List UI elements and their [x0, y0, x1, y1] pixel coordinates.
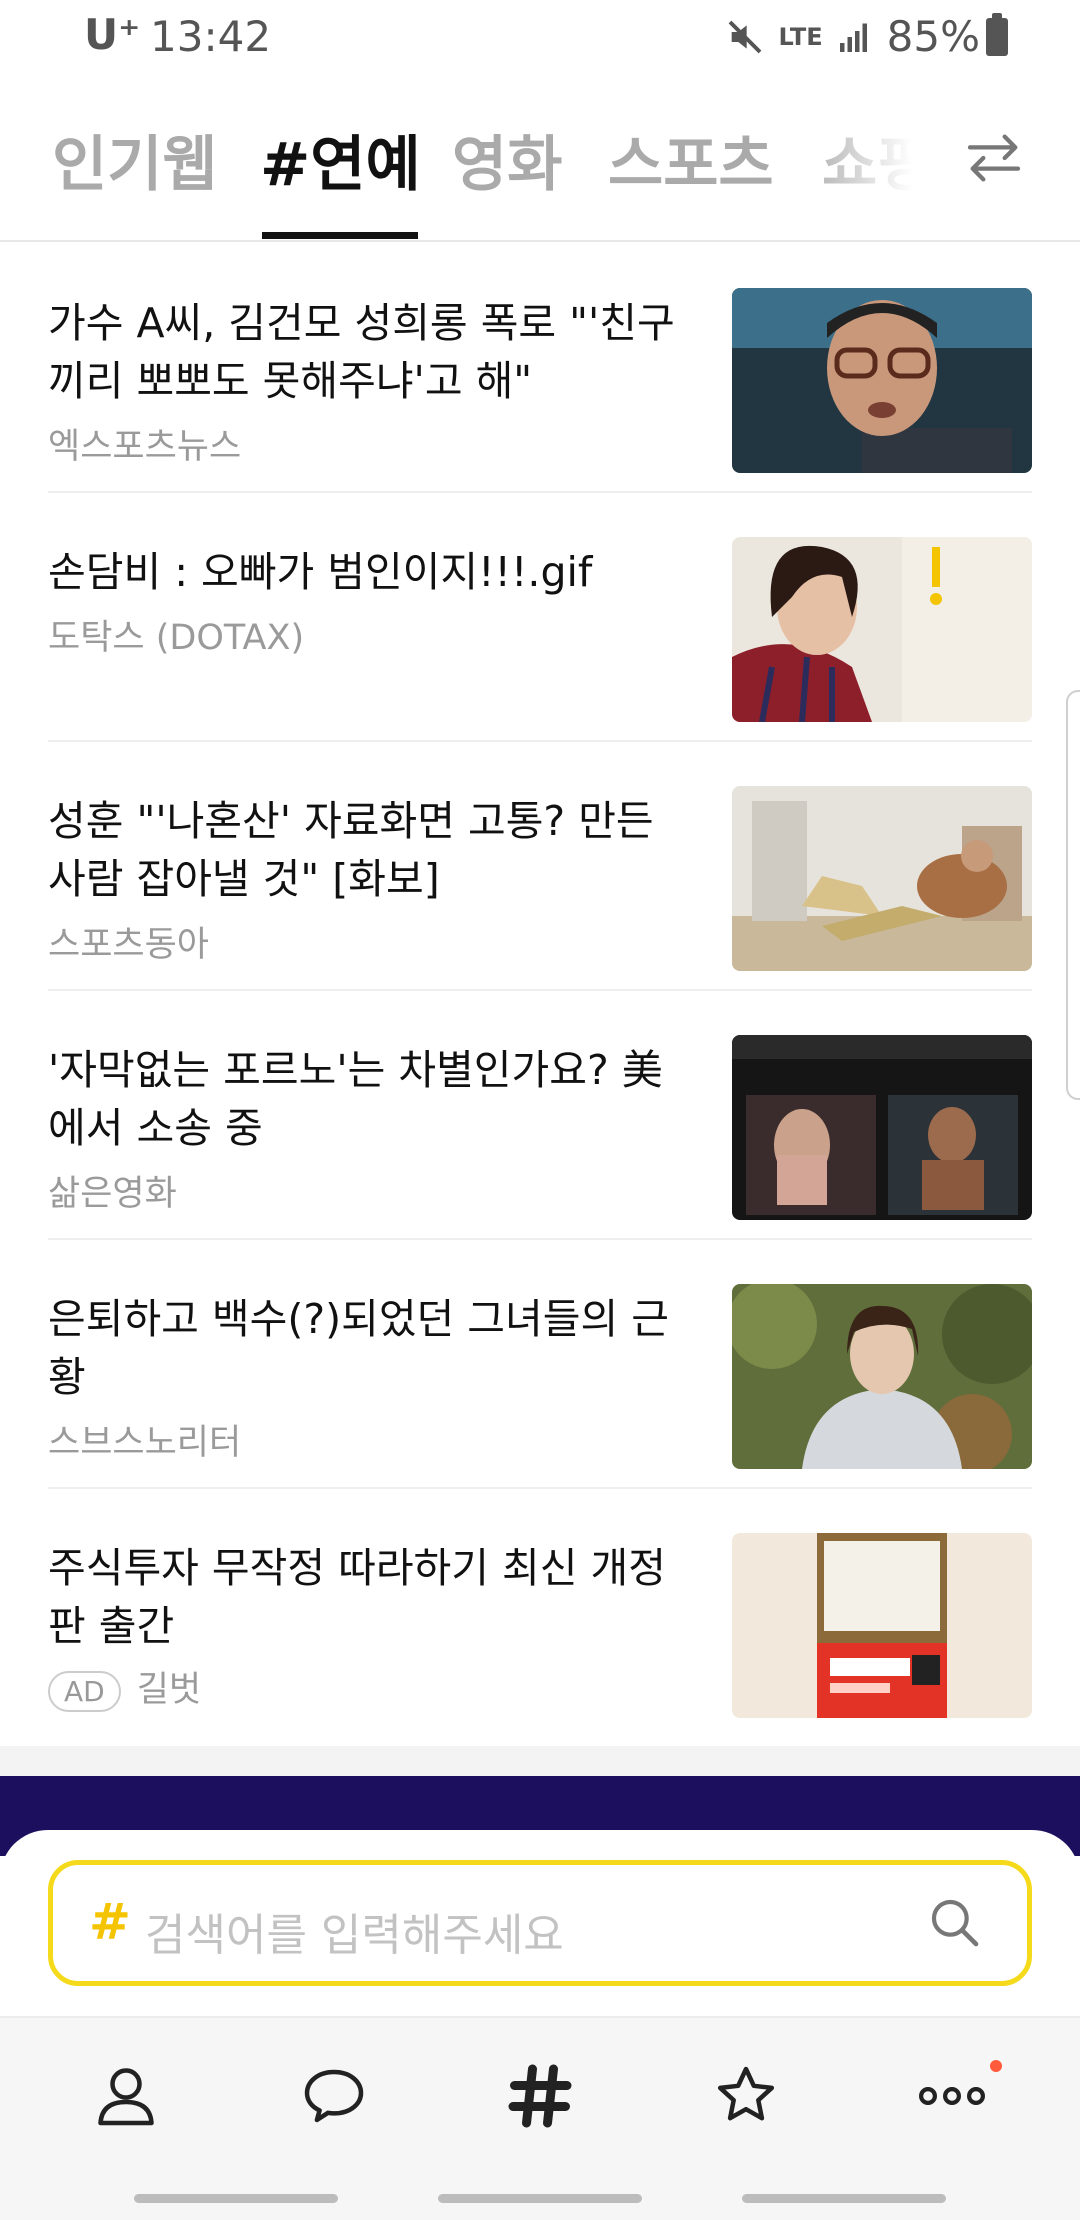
hashtag-icon	[508, 2064, 572, 2128]
category-tabs: 인기웹 #연예 영화 스포츠 쇼핑	[0, 100, 1080, 242]
nav-hashtag[interactable]	[498, 2054, 582, 2138]
search-input[interactable]: # 검색어를 입력해주세요	[48, 1860, 1032, 1986]
article-source: 스포츠동아	[48, 925, 210, 965]
advertiser-name: 길벗	[136, 1670, 202, 1710]
article-title[interactable]: 주식투자 무작정 따라하기 최신 개정판 출간	[48, 1539, 698, 1655]
search-placeholder: 검색어를 입력해주세요	[145, 1910, 564, 1961]
ad-badge: AD	[48, 1670, 121, 1712]
star-icon	[717, 2066, 775, 2121]
tab-sports[interactable]: 스포츠	[608, 116, 774, 203]
network-label: LTE	[778, 22, 823, 51]
article-thumbnail[interactable]	[732, 288, 1032, 473]
article-title[interactable]: 손담비 : 오빠가 범인이지!!!.gif	[48, 543, 698, 601]
gesture-bar	[0, 2176, 1080, 2220]
article-source: AD 길벗	[48, 1661, 201, 1712]
recent-apps-gesture[interactable]	[134, 2194, 338, 2203]
article-source: 엑스포츠뉴스	[48, 427, 242, 467]
article-title[interactable]: 은퇴하고 백수(?)되었던 그녀들의 근황	[48, 1290, 698, 1406]
carrier-label: U⁺	[84, 10, 141, 59]
nav-friends[interactable]	[84, 2054, 168, 2138]
person-icon	[98, 2068, 154, 2126]
bottom-navigation	[0, 2016, 1080, 2176]
status-bar: U⁺ 13:42 LTE 85%	[0, 0, 1080, 76]
article-thumbnail[interactable]	[732, 1533, 1032, 1718]
nav-shopping[interactable]	[704, 2054, 788, 2138]
swap-icon[interactable]	[962, 126, 1026, 190]
list-item[interactable]: '자막없는 포르노'는 차별인가요? 美에서 소송 중 삶은영화	[48, 991, 1032, 1240]
tab-entertainment[interactable]: #연예	[260, 116, 421, 203]
nav-more[interactable]	[910, 2054, 1002, 2138]
article-thumbnail[interactable]	[732, 786, 1032, 971]
signal-icon	[839, 23, 867, 52]
home-gesture[interactable]	[438, 2194, 642, 2203]
list-item-ad[interactable]: 주식투자 무작정 따라하기 최신 개정판 출간 AD 길벗	[48, 1489, 1032, 1738]
back-gesture[interactable]	[742, 2194, 946, 2203]
article-source: 삶은영화	[48, 1174, 177, 1214]
status-icons: LTE 85%	[725, 12, 980, 61]
clock: 13:42	[150, 12, 272, 61]
search-icon[interactable]	[927, 1895, 983, 1951]
nav-chats[interactable]	[292, 2054, 376, 2138]
article-title[interactable]: 가수 A씨, 김건모 성희롱 폭로 "'친구끼리 뽀뽀도 못해주냐'고 해"	[48, 294, 698, 410]
article-thumbnail[interactable]	[732, 537, 1032, 722]
scroll-indicator	[1066, 690, 1080, 1100]
article-thumbnail[interactable]	[732, 1035, 1032, 1220]
tab-popular-web[interactable]: 인기웹	[52, 116, 218, 203]
battery-label: 85%	[886, 12, 980, 61]
article-thumbnail[interactable]	[732, 1284, 1032, 1469]
active-tab-indicator	[262, 232, 418, 239]
search-sheet: # 검색어를 입력해주세요	[0, 1830, 1080, 2016]
article-source: 도탁스 (DOTAX)	[48, 618, 305, 658]
chat-icon	[304, 2069, 364, 2123]
tab-movies[interactable]: 영화	[452, 116, 562, 203]
notification-badge	[990, 2060, 1002, 2072]
list-item[interactable]: 손담비 : 오빠가 범인이지!!!.gif 도탁스 (DOTAX)	[48, 493, 1032, 742]
hashtag-prefix: #	[89, 1893, 131, 1951]
list-item[interactable]: 성훈 "'나혼산' 자료화면 고통? 만든 사람 잡아낼 것" [화보] 스포츠…	[48, 742, 1032, 991]
list-item[interactable]: 은퇴하고 백수(?)되었던 그녀들의 근황 스브스노리터	[48, 1240, 1032, 1489]
list-item[interactable]: 가수 A씨, 김건모 성희롱 폭로 "'친구끼리 뽀뽀도 못해주냐'고 해" 엑…	[48, 244, 1032, 493]
article-title[interactable]: '자막없는 포르노'는 차별인가요? 美에서 소송 중	[48, 1041, 698, 1157]
battery-icon	[986, 13, 1008, 56]
article-title[interactable]: 성훈 "'나혼산' 자료화면 고통? 만든 사람 잡아낼 것" [화보]	[48, 792, 698, 908]
mute-icon	[728, 20, 761, 53]
section-divider	[0, 1746, 1080, 1776]
article-source: 스브스노리터	[48, 1423, 242, 1463]
more-icon	[919, 2086, 986, 2105]
tab-fade	[800, 100, 960, 230]
